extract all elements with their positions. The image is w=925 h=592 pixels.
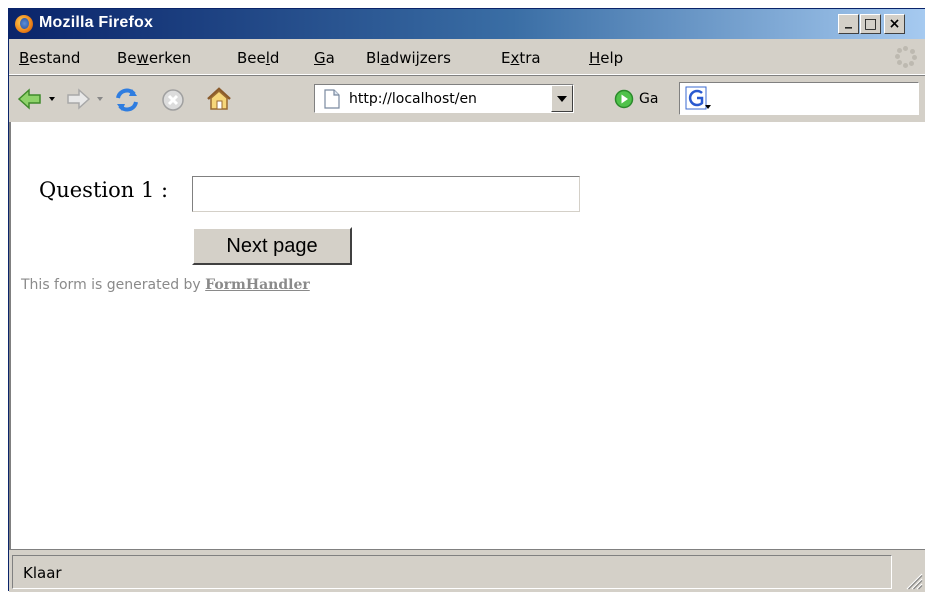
menu-beeld[interactable]: Beeld <box>237 49 279 67</box>
menu-label: dwijzers <box>389 49 451 67</box>
resize-grip-icon[interactable] <box>901 568 923 590</box>
navigation-toolbar: http://localhost/en Ga <box>9 75 925 123</box>
menu-label: Bee <box>237 49 266 67</box>
status-bar: Klaar <box>9 549 925 592</box>
question-1-label: Question 1 : <box>39 178 169 202</box>
url-history-dropdown-button[interactable] <box>551 85 573 112</box>
menu-label: erken <box>148 49 192 67</box>
close-button[interactable]: × <box>884 14 905 34</box>
status-panel: Klaar <box>12 555 892 589</box>
minimize-icon: _ <box>845 13 852 29</box>
menu-bladwijzers[interactable]: Bladwijzers <box>366 49 451 67</box>
menu-accel: a <box>380 49 390 67</box>
maximize-button[interactable]: □ <box>860 14 881 34</box>
status-text: Klaar <box>23 564 62 582</box>
back-dropdown-icon[interactable] <box>49 97 55 101</box>
minimize-button[interactable]: _ <box>838 13 859 34</box>
go-button[interactable]: Ga <box>639 91 658 107</box>
home-icon[interactable] <box>205 85 233 113</box>
url-text[interactable]: http://localhost/en <box>349 91 539 107</box>
menu-label: tra <box>519 49 541 67</box>
maximize-icon: □ <box>863 16 878 32</box>
menu-label: estand <box>29 49 81 67</box>
go-icon[interactable] <box>614 89 634 109</box>
menu-accel: H <box>589 49 601 67</box>
firefox-icon <box>15 15 33 33</box>
menu-bewerken[interactable]: Bewerken <box>117 49 191 67</box>
browser-window: Mozilla Firefox _ □ × Bestand Bewerken B… <box>8 8 925 592</box>
menu-extra[interactable]: Extra <box>501 49 541 67</box>
menu-label: elp <box>600 49 624 67</box>
window-title: Mozilla Firefox <box>39 14 154 31</box>
menu-accel: B <box>19 49 30 67</box>
generator-credit: This form is generated by FormHandler <box>21 277 310 293</box>
google-search-engine-icon[interactable] <box>685 86 713 112</box>
menu-label: Be <box>117 49 137 67</box>
title-bar[interactable]: Mozilla Firefox _ □ × <box>9 9 925 39</box>
menu-ga[interactable]: Ga <box>314 49 335 67</box>
url-bar[interactable]: http://localhost/en <box>314 84 574 113</box>
formhandler-link[interactable]: FormHandler <box>205 277 310 293</box>
menu-help[interactable]: Help <box>589 49 623 67</box>
page-icon <box>324 89 340 109</box>
menu-label: Bl <box>366 49 381 67</box>
forward-dropdown-icon[interactable] <box>97 97 103 101</box>
stop-icon[interactable] <box>161 88 185 112</box>
menu-accel: G <box>314 49 326 67</box>
search-bar[interactable] <box>679 82 919 115</box>
menu-bestand[interactable]: Bestand <box>19 49 80 67</box>
next-page-button[interactable]: Next page <box>192 227 352 265</box>
close-icon: × <box>888 16 901 32</box>
forward-arrow-icon[interactable] <box>65 86 91 112</box>
menu-label: a <box>325 49 335 67</box>
reload-icon[interactable] <box>113 86 141 114</box>
page-content: Question 1 : Next page This form is gene… <box>9 122 925 549</box>
back-arrow-icon[interactable] <box>17 86 43 112</box>
question-1-input[interactable] <box>192 176 580 212</box>
menu-accel: w <box>136 49 149 67</box>
menu-bar: Bestand Bewerken Beeld Ga Bladwijzers Ex… <box>9 40 925 75</box>
menu-label: d <box>269 49 280 67</box>
throbber-icon <box>895 46 917 68</box>
generator-credit-text: This form is generated by <box>21 277 201 293</box>
